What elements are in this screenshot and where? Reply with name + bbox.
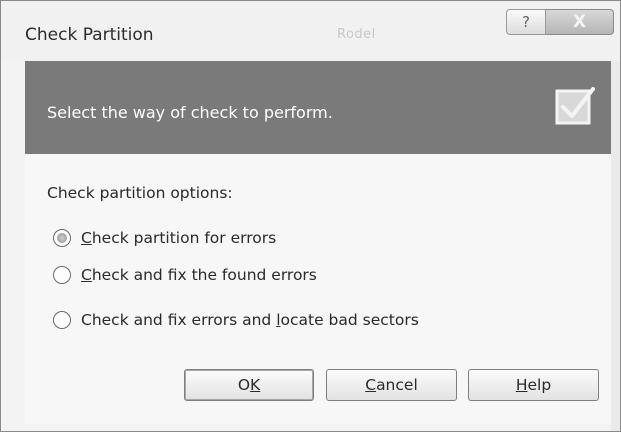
options-panel: Check partition options: Check partition…: [25, 154, 611, 424]
radio-label: Check and fix the found errors: [81, 266, 317, 284]
radio-option-check-errors[interactable]: Check partition for errors: [53, 229, 276, 247]
radio-option-check-fix-bad-sectors[interactable]: Check and fix errors and locate bad sect…: [53, 311, 419, 329]
radio-button[interactable]: [53, 266, 71, 284]
check-partition-dialog: Check Partition Rodel ? X Select the way…: [0, 0, 621, 432]
faded-title-text: Rodel: [337, 27, 376, 42]
radio-button[interactable]: [53, 311, 71, 329]
cancel-button[interactable]: Cancel: [326, 369, 457, 401]
radio-button[interactable]: [53, 229, 71, 247]
question-icon: ?: [522, 13, 530, 31]
window-title: Check Partition: [25, 25, 154, 45]
radio-label: Check partition for errors: [81, 229, 277, 247]
ok-button[interactable]: OK: [184, 369, 314, 401]
title-bar-buttons: ? X: [506, 9, 614, 35]
checkbox-check-icon: [555, 87, 595, 125]
radio-label: Check and fix errors and locate bad sect…: [81, 311, 419, 329]
help-button[interactable]: Help: [468, 369, 599, 401]
instruction-text: Select the way of check to perform.: [47, 103, 333, 122]
close-icon: X: [572, 12, 587, 32]
title-bar: Check Partition Rodel ? X: [1, 1, 620, 61]
instruction-banner: Select the way of check to perform.: [25, 61, 611, 154]
radio-option-check-fix[interactable]: Check and fix the found errors: [53, 266, 317, 284]
options-group-label: Check partition options:: [47, 184, 233, 202]
window-frame-edge: [611, 61, 620, 431]
help-title-button[interactable]: ?: [506, 9, 546, 35]
close-button[interactable]: X: [546, 9, 614, 35]
